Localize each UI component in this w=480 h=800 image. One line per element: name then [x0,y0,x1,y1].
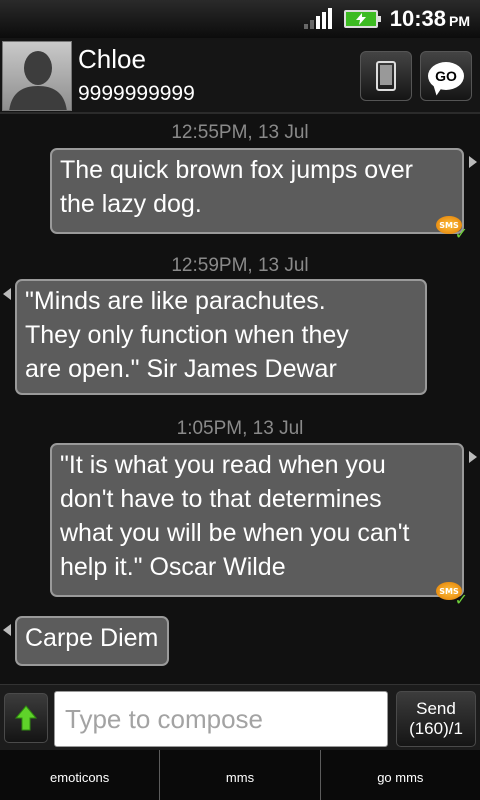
bubble-pointer-icon [469,451,477,463]
message-bubble-incoming[interactable]: Carpe Diem [15,616,169,666]
conversation-header: Chloe 9999999999 GO [0,38,480,114]
go-label: GO [435,68,457,84]
message-bubble-outgoing[interactable]: The quick brown fox jumps over the lazy … [50,148,464,234]
contact-number: 9999999999 [78,82,195,105]
compose-input[interactable] [54,691,388,747]
mms-button[interactable]: mms [160,750,321,800]
signal-strength-icon [303,8,332,29]
battery-charging-icon [343,10,381,28]
message-line: the lazy dog. [60,190,202,218]
bubble-pointer-icon [469,156,477,168]
status-clock: 10:38 PM [390,6,470,32]
go-mms-button[interactable]: go mms [321,750,480,800]
person-silhouette-icon [9,51,67,110]
contact-details-button[interactable] [360,51,412,101]
contact-name: Chloe [78,44,146,74]
go-button[interactable]: GO [420,51,472,101]
message-list[interactable]: 12:55PM, 13 Jul The quick brown fox jump… [0,114,480,684]
emoticons-button[interactable]: emoticons [0,750,161,800]
message-timestamp: 12:59PM, 13 Jul [171,255,309,276]
clock-time: 10:38 [389,6,446,31]
message-line: They only function when they [25,321,349,349]
message-bubble-outgoing[interactable]: "It is what you read when you don't have… [50,443,464,597]
attach-button[interactable] [4,693,48,743]
go-bubble-icon: GO [428,62,464,90]
message-timestamp: 1:05PM, 13 Jul [176,418,304,439]
message-bubble-incoming[interactable]: "Minds are like parachutes. They only fu… [15,279,427,395]
compose-bar: Send (160)/1 [0,684,480,750]
message-line: are open." Sir James Dewar [25,355,337,383]
status-bar: 10:38 PM [0,0,480,38]
message-line: The quick brown fox jumps over [60,156,413,184]
message-line: what you will be when you can't [60,519,410,547]
character-counter: (160)/1 [409,719,463,738]
message-line: don't have to that determines [60,485,382,513]
message-timestamp: 12:55PM, 13 Jul [171,122,309,143]
send-label: Send [416,699,456,718]
bottom-toolbar: emoticons mms go mms [0,750,480,800]
message-line: "Minds are like parachutes. [25,287,326,315]
sms-delivered-icon: SMS ✓ [436,582,468,608]
message-line: Carpe Diem [25,624,159,652]
message-line: "It is what you read when you [60,451,386,479]
send-button[interactable]: Send (160)/1 [396,691,476,747]
phone-icon [376,61,396,91]
bubble-pointer-icon [3,288,11,300]
arrow-up-icon [15,705,37,731]
clock-ampm: PM [449,13,470,29]
message-line: help it." Oscar Wilde [60,553,286,581]
contact-avatar[interactable] [2,41,72,111]
sms-delivered-icon: SMS ✓ [436,216,468,242]
bubble-pointer-icon [3,624,11,636]
